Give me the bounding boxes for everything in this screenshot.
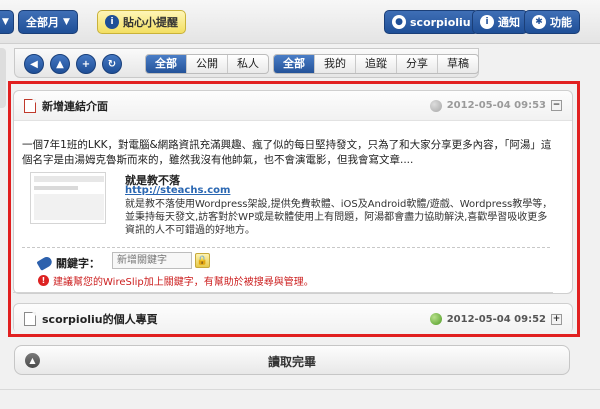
- user-icon: ●: [392, 15, 406, 29]
- source-following[interactable]: 追蹤: [356, 55, 397, 73]
- features-label: 功能: [550, 16, 572, 29]
- prev-button[interactable]: ◀: [24, 54, 44, 74]
- top-bar: ▼ 全部月 ▼ i 貼心小提醒 ● scorpioliu i 通知 ✱ 功能: [0, 0, 600, 44]
- reminder-label: 貼心小提醒: [123, 16, 178, 29]
- source-drafts[interactable]: 草稿: [438, 55, 478, 73]
- notify-button[interactable]: i 通知: [472, 10, 528, 34]
- up-button[interactable]: ▲: [50, 54, 70, 74]
- user-button[interactable]: ● scorpioliu: [384, 10, 479, 34]
- info-icon: i: [105, 15, 119, 29]
- user-label: scorpioliu: [410, 15, 471, 29]
- read-all-bar[interactable]: ▲ 讀取完畢: [14, 345, 570, 375]
- source-all[interactable]: 全部: [274, 55, 315, 73]
- highlight-frame: [8, 81, 580, 337]
- refresh-button[interactable]: ↻: [102, 54, 122, 74]
- notify-label: 通知: [498, 16, 520, 29]
- source-shared[interactable]: 分享: [397, 55, 438, 73]
- dropdown-toggle-button[interactable]: ▼: [0, 10, 14, 34]
- month-filter-button[interactable]: 全部月 ▼: [18, 10, 78, 34]
- read-all-label: 讀取完畢: [267, 355, 316, 369]
- chevron-up-icon: ▲: [56, 58, 64, 70]
- source-mine[interactable]: 我的: [315, 55, 356, 73]
- info-icon: i: [480, 15, 494, 29]
- filter-toolbar: ◀ ▲ + ↻ 全部 公開 私人 全部 我的 追蹤 分享 草稿: [14, 48, 479, 78]
- source-filter: 全部 我的 追蹤 分享 草稿: [273, 54, 479, 74]
- bottom-divider: [0, 389, 600, 390]
- visibility-filter: 全部 公開 私人: [145, 54, 269, 74]
- plus-icon: +: [81, 58, 91, 70]
- chevron-down-icon: ▼: [2, 17, 9, 27]
- chevron-down-icon: ▼: [63, 17, 70, 27]
- side-tab[interactable]: [0, 48, 6, 108]
- features-button[interactable]: ✱ 功能: [524, 10, 580, 34]
- add-button[interactable]: +: [76, 54, 96, 74]
- chevron-left-icon: ◀: [30, 58, 38, 70]
- filter-public[interactable]: 公開: [187, 55, 228, 73]
- month-label: 全部月: [26, 16, 59, 29]
- filter-private[interactable]: 私人: [228, 55, 268, 73]
- refresh-icon: ↻: [107, 58, 117, 70]
- reminder-button[interactable]: i 貼心小提醒: [97, 10, 186, 34]
- gear-icon: ✱: [532, 15, 546, 29]
- filter-all[interactable]: 全部: [146, 55, 187, 73]
